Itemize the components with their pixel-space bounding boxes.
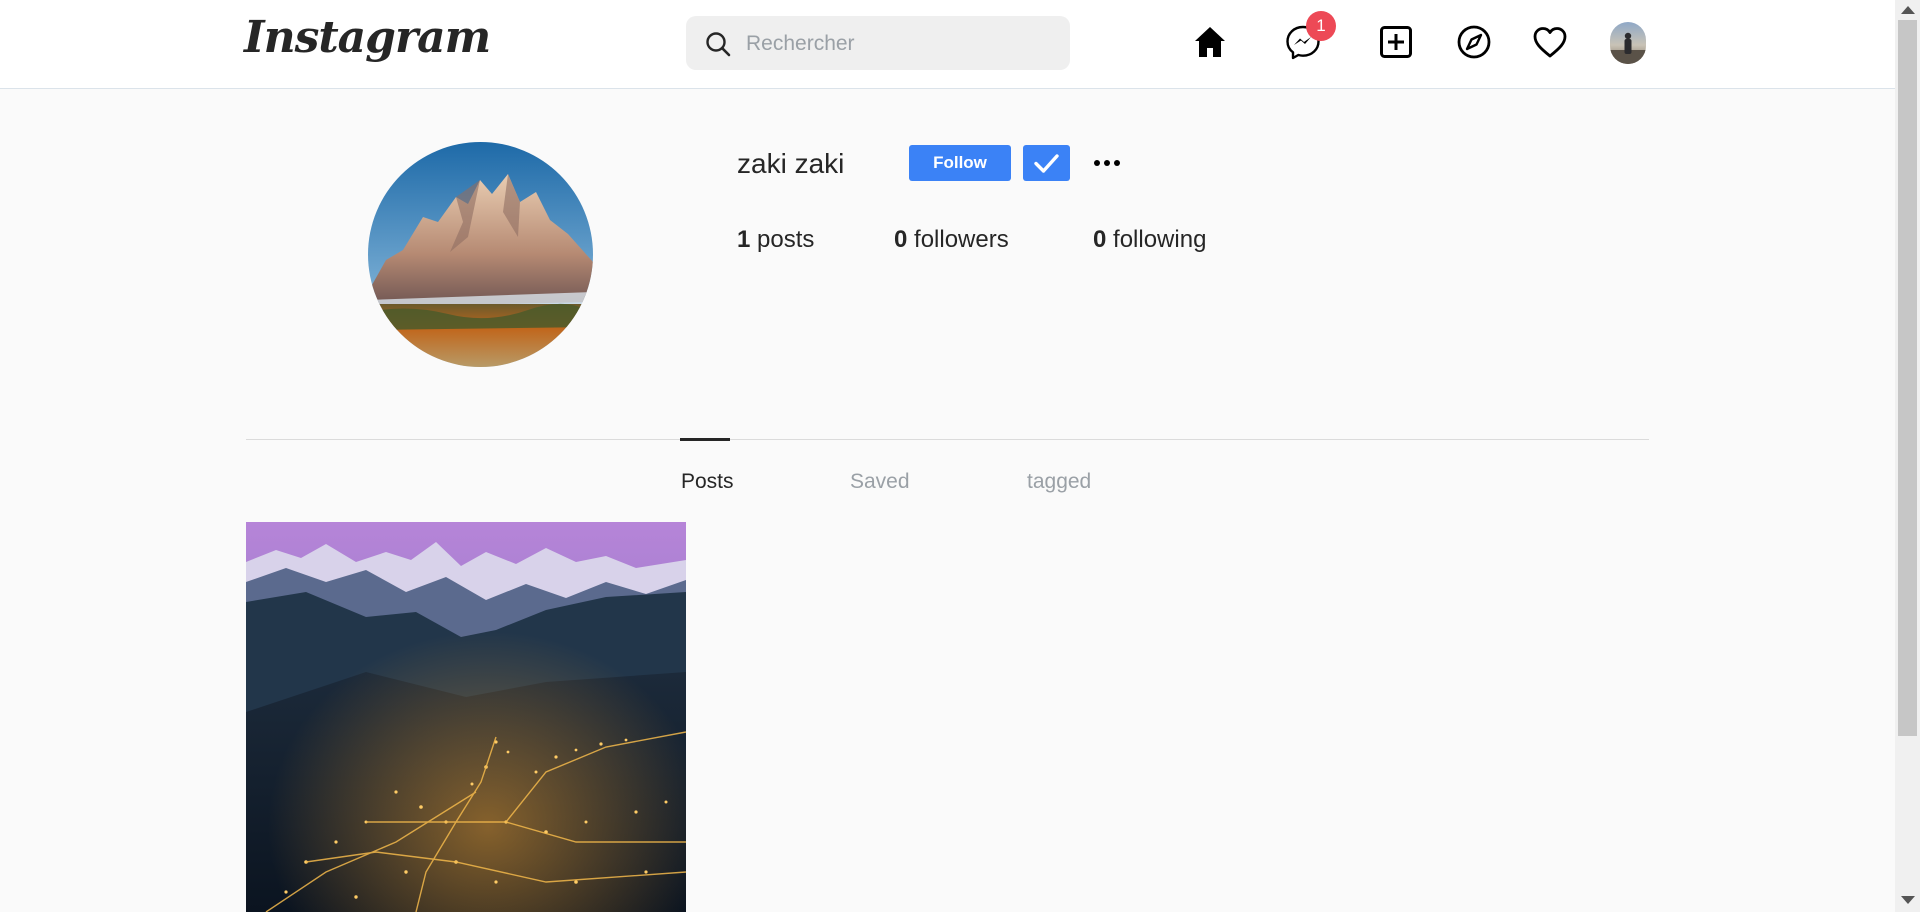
active-tab-indicator xyxy=(680,438,730,441)
stat-following-count: 0 xyxy=(1093,226,1107,253)
check-icon xyxy=(1023,154,1070,185)
profile-picture[interactable] xyxy=(368,142,593,367)
stat-posts-count: 1 xyxy=(737,226,751,253)
stat-posts-label: posts xyxy=(757,226,815,253)
profile-username: zaki zaki xyxy=(737,148,845,179)
messages-badge: 1 xyxy=(1306,11,1336,41)
stat-followers-count: 0 xyxy=(894,226,908,253)
search-icon xyxy=(704,30,732,58)
stat-followers[interactable]: 0 followers xyxy=(894,226,1009,254)
scroll-down-arrow-icon[interactable] xyxy=(1901,896,1915,904)
avatar[interactable] xyxy=(1610,22,1646,64)
following-check-button[interactable] xyxy=(1023,145,1070,181)
more-options-icon[interactable] xyxy=(1092,148,1122,178)
activity-heart-icon[interactable] xyxy=(1530,22,1570,62)
scrollbar-thumb[interactable] xyxy=(1898,20,1917,736)
scroll-up-arrow-icon[interactable] xyxy=(1901,6,1915,14)
tab-saved[interactable]: Saved xyxy=(850,470,910,494)
post-thumbnail[interactable] xyxy=(246,522,686,912)
tab-posts[interactable]: Posts xyxy=(681,470,734,494)
instagram-logo[interactable]: Instagram xyxy=(244,12,491,63)
search-input[interactable] xyxy=(744,28,1048,60)
tabs-divider xyxy=(246,439,1649,440)
stat-following[interactable]: 0 following xyxy=(1093,226,1206,254)
stat-posts[interactable]: 1 posts xyxy=(737,226,814,254)
explore-icon[interactable] xyxy=(1454,22,1494,62)
top-navigation-bar: Instagram 1 xyxy=(0,0,1895,89)
tab-tagged[interactable]: tagged xyxy=(1027,470,1091,494)
follow-button[interactable]: Follow xyxy=(909,145,1011,181)
stat-followers-label: followers xyxy=(914,226,1009,253)
stat-following-label: following xyxy=(1113,226,1207,253)
home-icon[interactable] xyxy=(1190,22,1230,62)
new-post-icon[interactable] xyxy=(1376,22,1416,62)
search-box[interactable] xyxy=(686,16,1070,70)
